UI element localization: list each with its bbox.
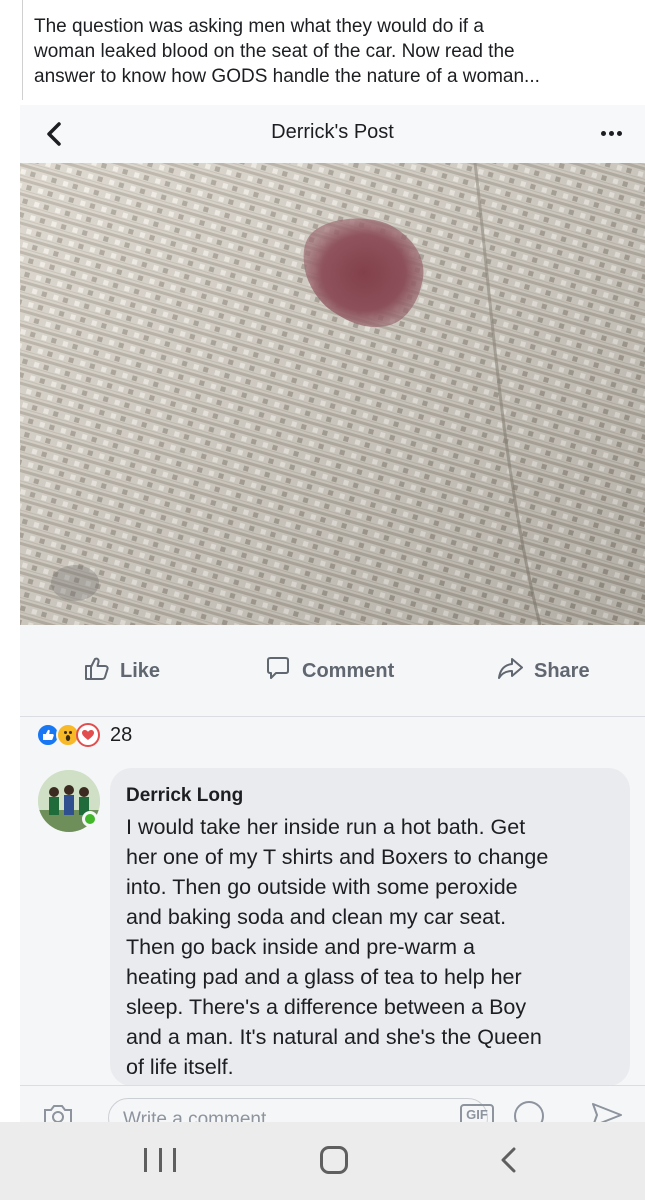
facebook-post-screen: Derrick's Post Like Comment Share 28 Der… <box>20 105 645 1125</box>
thumbs-up-icon <box>82 654 110 688</box>
back-icon[interactable] <box>494 1144 524 1176</box>
comment-text: I would take her inside run a hot bath. … <box>126 812 614 1082</box>
comment-line: I would take her inside run a hot bath. … <box>126 815 526 839</box>
caption-line: woman leaked blood on the seat of the ca… <box>34 41 515 62</box>
comment-author[interactable]: Derrick Long <box>126 784 614 808</box>
caption-line: answer to know how GODS handle the natur… <box>34 66 540 87</box>
post-photo[interactable] <box>20 163 645 625</box>
comment-line: Then go back inside and pre-warm a <box>126 935 475 959</box>
speech-bubble-icon <box>264 654 292 688</box>
system-navigation-bar <box>0 1122 645 1200</box>
reaction-count: 28 <box>110 723 133 746</box>
comment-line: and baking soda and clean my car seat. <box>126 905 507 929</box>
comment-bubble[interactable]: Derrick Long I would take her inside run… <box>110 768 630 1086</box>
post-actions: Like Comment Share <box>20 625 645 717</box>
share-arrow-icon <box>496 654 524 688</box>
comment-input[interactable]: Write a comment... <box>108 1098 488 1125</box>
like-label: Like <box>120 659 161 682</box>
share-button[interactable]: Share <box>496 655 590 687</box>
love-reaction-icon <box>76 723 100 747</box>
page-title: Derrick's Post <box>271 121 394 143</box>
more-dots-icon[interactable] <box>593 119 629 147</box>
home-icon[interactable] <box>320 1146 348 1174</box>
comment-label: Comment <box>302 659 395 682</box>
reactions-summary[interactable]: 28 <box>36 722 132 748</box>
comment-line: into. Then go outside with some peroxide <box>126 875 518 899</box>
post-header: Derrick's Post <box>20 105 645 163</box>
online-status-icon <box>82 811 98 827</box>
comment-composer: Write a comment... GIF <box>20 1085 645 1125</box>
caption-line: The question was asking men what they wo… <box>34 16 484 37</box>
comment-line: her one of my T shirts and Boxers to cha… <box>126 845 549 869</box>
caption-divider <box>22 0 23 100</box>
comment-line: heating pad and a glass of tea to help h… <box>126 965 522 989</box>
comment-line: and a man. It's natural and she's the Qu… <box>126 1025 542 1049</box>
comment-line: sleep. There's a difference between a Bo… <box>126 995 527 1019</box>
comment-button[interactable]: Comment <box>264 655 394 687</box>
recent-apps-icon[interactable] <box>144 1148 176 1174</box>
post-caption: The question was asking men what they wo… <box>0 0 645 100</box>
like-button[interactable]: Like <box>82 655 160 687</box>
share-label: Share <box>534 659 590 682</box>
comment-line: of life itself. <box>126 1055 234 1079</box>
